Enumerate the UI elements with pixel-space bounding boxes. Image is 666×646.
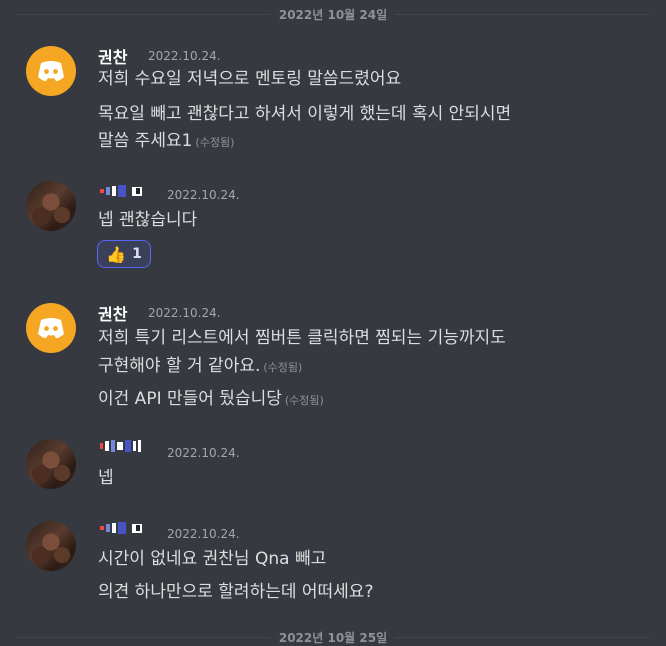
username[interactable]: 권찬 (98, 301, 127, 325)
message-text: 이건 API 만들어 뒀습니당 (수정됨) (98, 386, 324, 414)
date-divider-label: 2022년 10월 24일 (270, 6, 396, 23)
timestamp: 2022.10.24. (148, 49, 221, 63)
date-divider: 2022년 10월 25일 (16, 629, 650, 646)
message-text: 말씀 주세요1 (수정됨) (98, 128, 234, 156)
message-text: 의견 하나만으로 할려하는데 어떠세요? (98, 582, 374, 602)
avatar[interactable] (26, 439, 76, 489)
date-divider-label: 2022년 10월 25일 (270, 629, 396, 646)
timestamp: 2022.10.24. (148, 306, 221, 320)
edited-tag: (수정됨) (284, 394, 324, 407)
edited-tag: (수정됨) (263, 361, 303, 374)
avatar[interactable] (26, 46, 76, 96)
timestamp: 2022.10.24. (167, 527, 240, 541)
message-text: 넵 괜찮습니다 (98, 210, 198, 230)
message-text: 넵 (98, 468, 114, 488)
timestamp: 2022.10.24. (167, 446, 240, 460)
username-redacted[interactable] (100, 440, 141, 452)
message-text: 시간이 없네요 권찬님 Qna 빼고 (98, 549, 327, 569)
message-text: 구현해야 할 거 같아요. (수정됨) (98, 353, 302, 381)
message-text: 목요일 빼고 괜찮다고 하셔서 이렇게 했는데 혹시 안되시면 (98, 104, 512, 124)
thumbs-up-icon: 👍 (106, 244, 127, 264)
discord-logo-icon (38, 61, 64, 82)
avatar[interactable] (26, 181, 76, 231)
edited-tag: (수정됨) (195, 136, 235, 149)
timestamp: 2022.10.24. (167, 188, 240, 202)
message-text-content: 이건 API 만들어 뒀습니당 (98, 389, 282, 409)
reaction-count: 1 (132, 246, 142, 262)
discord-logo-icon (38, 318, 64, 339)
avatar[interactable] (26, 303, 76, 353)
avatar[interactable] (26, 521, 76, 571)
date-divider: 2022년 10월 24일 (16, 6, 650, 23)
message-text: 저희 수요일 저녁으로 멘토링 말씀드렸어요 (98, 69, 402, 89)
message-text-content: 구현해야 할 거 같아요. (98, 356, 261, 376)
username[interactable]: 권찬 (98, 44, 127, 68)
username-redacted[interactable] (100, 185, 142, 197)
message-text: 저희 특기 리스트에서 찜버튼 클릭하면 찜되는 기능까지도 (98, 328, 506, 348)
username-redacted[interactable] (100, 522, 142, 534)
reaction-button[interactable]: 👍 1 (97, 240, 151, 268)
message-text-content: 말씀 주세요1 (98, 131, 193, 151)
